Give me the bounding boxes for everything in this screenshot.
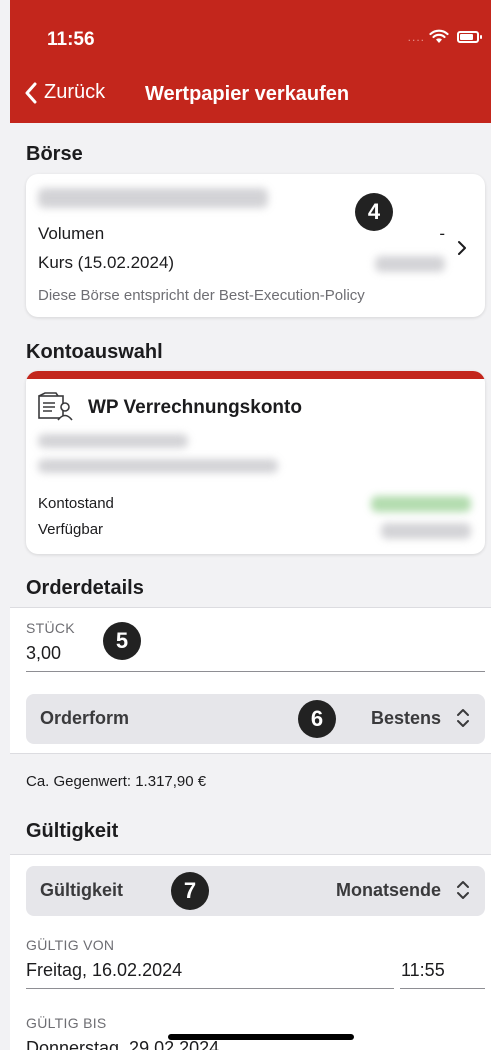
- step-badge-6: 6: [298, 700, 336, 738]
- gueltig-von-time-underline: [400, 988, 485, 989]
- section-title-gueltigkeit: Gültigkeit: [26, 820, 119, 842]
- gueltig-von-label: GÜLTIG VON: [26, 937, 115, 953]
- kontostand-label: Kontostand: [38, 495, 114, 512]
- section-title-orderdetails: Orderdetails: [26, 577, 144, 599]
- gueltigkeit-picker[interactable]: Gültigkeit Monatsende 7: [26, 866, 485, 916]
- policy-note: Diese Börse entspricht der Best-Executio…: [38, 287, 365, 304]
- step-badge-7: 7: [171, 872, 209, 910]
- orderdetails-panel: STÜCK 3,00 5 Orderform Bestens 6: [10, 607, 491, 754]
- chevron-left-icon: [25, 82, 37, 103]
- gueltigkeit-label: Gültigkeit: [40, 880, 124, 900]
- section-title-kontoauswahl: Kontoauswahl: [26, 341, 163, 363]
- chevron-right-icon: [458, 241, 466, 255]
- kurs-label: Kurs (15.02.2024): [38, 253, 175, 272]
- volumen-value: -: [439, 224, 445, 243]
- status-bar: 11:56 ....: [10, 0, 491, 75]
- content-area: Börse Volumen - Kurs (15.02.2024) Diese …: [10, 123, 491, 1050]
- account-icon: [38, 392, 73, 421]
- volumen-label: Volumen: [38, 224, 105, 243]
- gueltigkeit-panel: Gültigkeit Monatsende 7 GÜLTIG VON Freit…: [10, 854, 491, 1050]
- orderform-value: Bestens: [370, 708, 441, 728]
- account-owner-redacted: [38, 434, 188, 448]
- stueck-label: STÜCK: [26, 620, 75, 636]
- exchange-card[interactable]: Volumen - Kurs (15.02.2024) Diese Börse …: [26, 174, 485, 317]
- verfuegbar-label: Verfügbar: [38, 521, 104, 538]
- signal-dots: ....: [407, 30, 425, 44]
- home-indicator: [168, 1034, 354, 1040]
- chevron-updown-icon: [457, 709, 469, 727]
- account-card-accent: [26, 371, 485, 379]
- status-time: 11:56: [47, 29, 95, 50]
- chevron-updown-icon: [457, 881, 469, 899]
- exchange-name-redacted: [38, 188, 268, 208]
- gueltig-von-date-underline: [26, 988, 394, 989]
- step-badge-4: 4: [355, 193, 393, 231]
- iban-redacted: [38, 459, 278, 473]
- orderform-picker[interactable]: Orderform Bestens 6: [26, 694, 485, 744]
- gegenwert-text: Ca. Gegenwert: 1.317,90 €: [26, 773, 207, 790]
- battery-icon: [457, 31, 482, 43]
- back-button[interactable]: Zurück: [24, 81, 105, 104]
- kontostand-value-redacted: [371, 496, 471, 512]
- verfuegbar-value-redacted: [381, 523, 471, 539]
- wifi-icon: [429, 29, 449, 49]
- gueltig-von-time-input[interactable]: 11:55: [401, 960, 445, 981]
- gueltigkeit-value: Monatsende: [335, 880, 441, 900]
- stueck-input[interactable]: 3,00: [26, 643, 61, 664]
- section-title-boerse: Börse: [26, 143, 83, 165]
- step-badge-5: 5: [103, 622, 141, 660]
- gueltig-bis-label: GÜLTIG BIS: [26, 1015, 107, 1031]
- stueck-underline: [26, 671, 485, 672]
- account-card[interactable]: WP Verrechnungskonto Kontostand Verfügba…: [26, 371, 485, 554]
- back-label: Zurück: [44, 81, 106, 103]
- orderform-label: Orderform: [40, 708, 130, 728]
- page-title: Wertpapier verkaufen: [145, 83, 350, 105]
- gueltig-von-date-input[interactable]: Freitag, 16.02.2024: [26, 960, 182, 981]
- account-name: WP Verrechnungskonto: [88, 397, 302, 418]
- navigation-bar: Zurück Wertpapier verkaufen: [10, 75, 491, 123]
- kurs-value-redacted: [375, 256, 445, 272]
